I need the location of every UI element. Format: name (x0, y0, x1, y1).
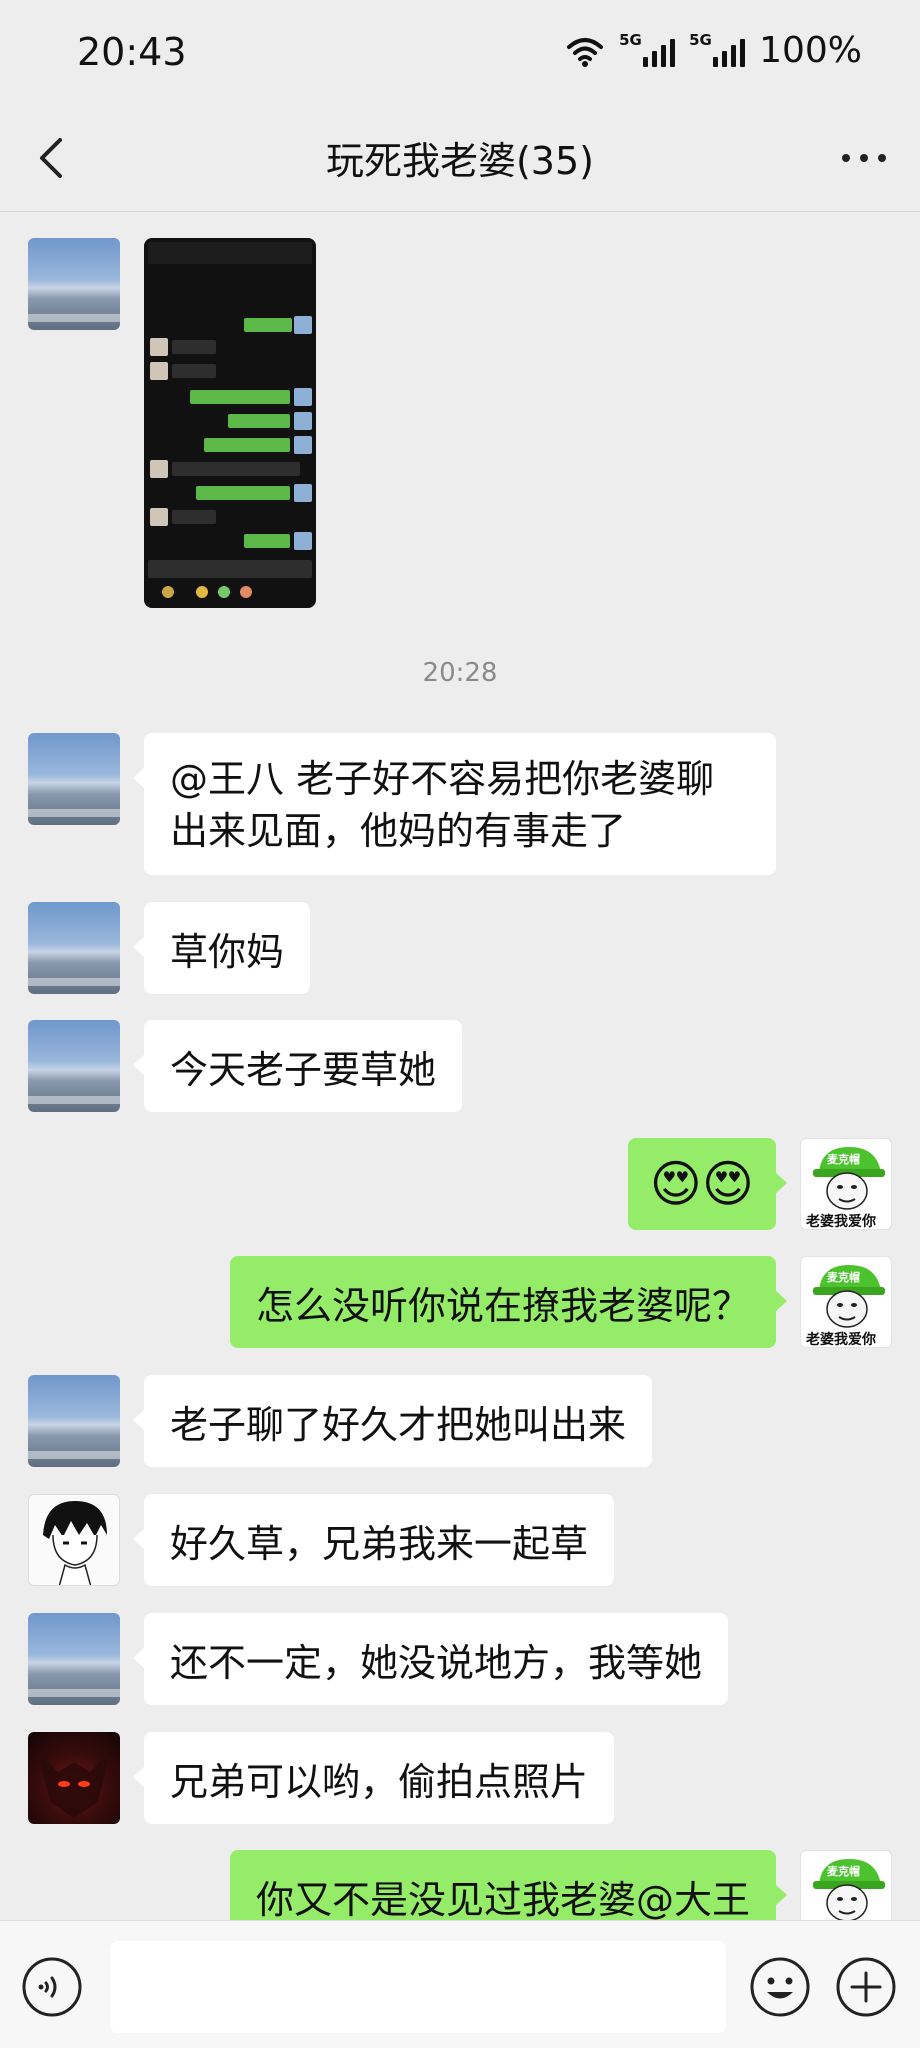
network-label-1: 5G (619, 30, 642, 49)
voice-icon (22, 1957, 82, 2017)
avatar[interactable] (28, 733, 120, 825)
avatar[interactable] (28, 1494, 120, 1586)
emoji-button[interactable] (748, 1955, 812, 2019)
message-bubble[interactable]: 兄弟可以哟，偷拍点照片 (132, 1732, 615, 1824)
chat-header: 玩死我老婆(35) (0, 104, 920, 212)
message-bubble[interactable]: 老子聊了好久才把她叫出来 (132, 1375, 653, 1467)
plus-button[interactable] (834, 1955, 898, 2019)
message-bubble[interactable]: @王八 老子好不容易把你老婆聊出来见面，他妈的有事走了 (133, 733, 776, 875)
heart-eyes-emoji: 😍😍 (649, 1155, 754, 1213)
image-message[interactable] (144, 238, 316, 608)
avatar-hat-text: 麦克帽 (827, 1865, 860, 1878)
avatar-hat-text: 麦克帽 (827, 1153, 860, 1166)
avatar[interactable] (28, 1732, 120, 1824)
avatar-caption: 老婆我爱你 (806, 1332, 876, 1348)
dark-warrior-icon (38, 1752, 110, 1818)
battery-level: 100% (759, 30, 862, 71)
emoji-icon (750, 1957, 810, 2017)
chat-title: 玩死我老婆(35) (325, 139, 594, 183)
avatar[interactable] (28, 902, 120, 994)
message-bubble[interactable]: 今天老子要草她 (132, 1020, 463, 1112)
status-bar: 20:43 5G 5G 100% (0, 0, 920, 104)
avatar[interactable] (28, 238, 120, 330)
status-time: 20:43 (77, 30, 187, 74)
avatar[interactable] (28, 1613, 120, 1705)
input-bar (0, 1920, 920, 2048)
message-bubble[interactable]: 还不一定，她没说地方，我等她 (132, 1613, 729, 1705)
avatar[interactable] (28, 1375, 120, 1467)
avatar[interactable] (28, 1020, 120, 1112)
anime-boy-icon (43, 1501, 107, 1585)
my-avatar[interactable]: 麦克帽 老婆我爱你 (800, 1256, 892, 1348)
message-input[interactable] (110, 1941, 726, 2033)
avatar-hat-text: 麦克帽 (827, 1271, 860, 1284)
message-bubble[interactable]: 怎么没听你说在撩我老婆呢？ (229, 1256, 788, 1348)
message-bubble[interactable]: 草你妈 (132, 902, 311, 994)
voice-button[interactable] (20, 1955, 84, 2019)
more-dots-icon (842, 154, 886, 162)
network-label-2: 5G (689, 30, 712, 49)
message-bubble[interactable]: 好久草，兄弟我来一起草 (132, 1494, 615, 1586)
message-bubble[interactable]: 😍😍 (627, 1138, 788, 1230)
my-avatar[interactable]: 麦克帽 老婆我爱你 (800, 1138, 892, 1230)
signal-1-icon: 5G (619, 31, 676, 67)
wifi-icon (567, 37, 604, 67)
avatar-caption: 老婆我爱你 (806, 1214, 876, 1230)
signal-2-icon: 5G (689, 31, 746, 67)
status-indicators: 5G 5G 100% (565, 30, 862, 71)
plus-icon (836, 1957, 896, 2017)
more-button[interactable] (832, 126, 896, 190)
message-timestamp: 20:28 (422, 658, 498, 688)
